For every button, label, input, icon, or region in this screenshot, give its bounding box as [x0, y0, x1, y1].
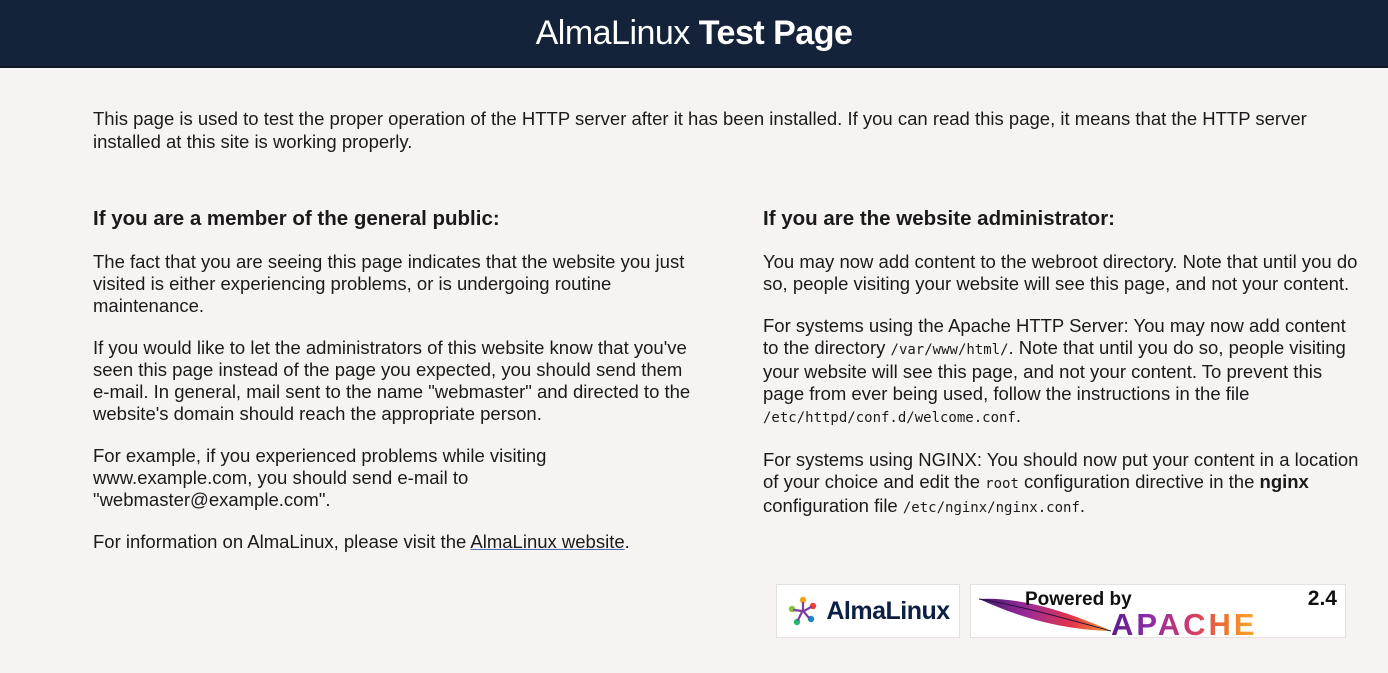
almalinux-badge-text: AlmaLinux	[826, 596, 950, 625]
powered-by-apache-badge[interactable]: Powered by 2.4 APACHE	[970, 584, 1346, 638]
almalinux-badge[interactable]: AlmaLinux	[776, 584, 960, 638]
admin-paragraph-2: For systems using the Apache HTTP Server…	[763, 315, 1363, 429]
page-title-bold: Test Page	[698, 13, 853, 52]
welcome-conf-path: /etc/httpd/conf.d/welcome.conf	[763, 410, 1016, 426]
admin-p3-text-c: configuration file	[763, 495, 903, 516]
admin-p3-text-d: .	[1079, 495, 1086, 516]
admin-paragraph-1: You may now add content to the webroot d…	[763, 251, 1358, 294]
public-paragraph-4: For information on AlmaLinux, please vis…	[93, 531, 693, 553]
page-header: AlmaLinux Test Page	[0, 0, 1388, 68]
public-p4-prefix: For information on AlmaLinux, please vis…	[93, 531, 471, 552]
public-heading: If you are a member of the general publi…	[93, 207, 500, 230]
page-title: AlmaLinux Test Page	[536, 14, 853, 53]
intro-text: This page is used to test the proper ope…	[93, 108, 1307, 152]
public-paragraph-3: For example, if you experienced problems…	[93, 445, 547, 510]
public-section: If you are a member of the general publi…	[93, 208, 693, 573]
almalinux-logo-icon	[789, 596, 817, 626]
almalinux-website-link[interactable]: AlmaLinux website	[470, 531, 624, 552]
nginx-conf-path: /etc/nginx/nginx.conf	[902, 500, 1080, 516]
webroot-path: /var/www/html/	[890, 342, 1009, 358]
page-title-regular: AlmaLinux	[535, 13, 691, 52]
admin-paragraph-3: For systems using NGINX: You should now …	[763, 449, 1363, 519]
root-directive: root	[985, 476, 1019, 492]
nginx-bold: nginx	[1259, 471, 1309, 492]
public-p4-suffix: .	[624, 531, 630, 552]
apache-version: 2.4	[1307, 587, 1337, 610]
public-paragraph-2: If you would like to let the administrat…	[93, 337, 691, 424]
admin-heading: If you are the website administrator:	[763, 207, 1115, 230]
admin-section: If you are the website administrator: Yo…	[763, 208, 1363, 539]
apache-word: APACHE	[1111, 607, 1258, 637]
admin-p2-text-c: .	[1015, 405, 1022, 426]
admin-p3-text-b: configuration directive in the	[1018, 471, 1260, 492]
public-paragraph-1: The fact that you are seeing this page i…	[93, 251, 685, 316]
